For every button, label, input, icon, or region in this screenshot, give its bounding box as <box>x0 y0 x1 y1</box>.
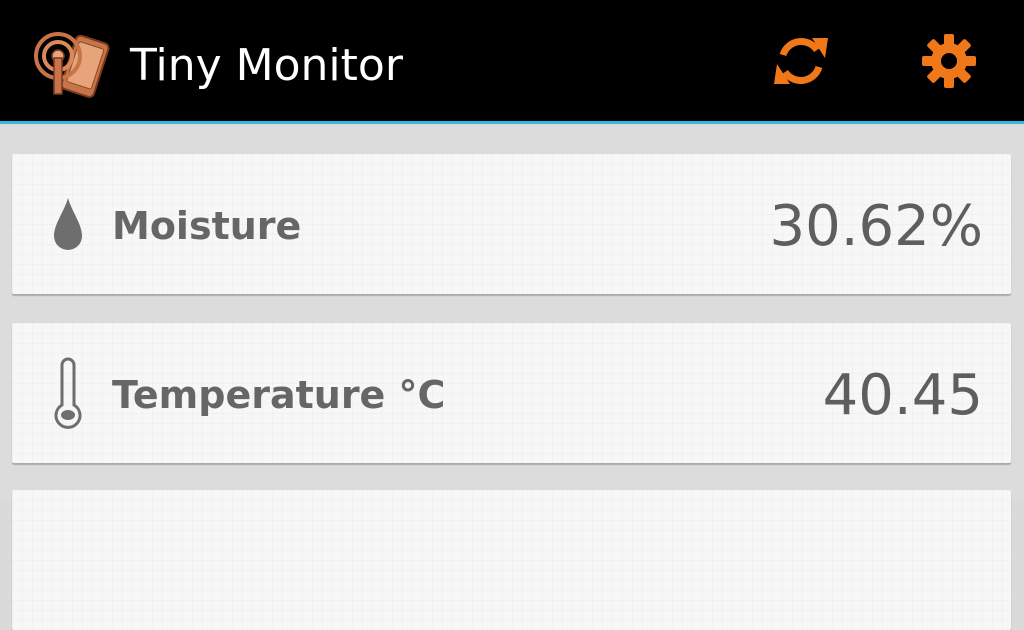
temperature-value: 40.45 <box>822 363 983 428</box>
list-item-moisture[interactable]: Moisture 30.62% <box>12 154 1011 294</box>
moisture-value: 30.62% <box>769 194 983 259</box>
refresh-icon <box>770 30 832 97</box>
app-title: Tiny Monitor <box>130 40 403 91</box>
settings-button[interactable] <box>916 30 982 96</box>
gear-icon <box>919 31 979 96</box>
thermometer-icon <box>48 357 88 429</box>
action-bar: Tiny Monitor <box>0 0 1024 124</box>
moisture-label: Moisture <box>112 204 302 248</box>
list-item-temperature[interactable]: Temperature °C 40.45 <box>12 323 1011 463</box>
readings-list: Moisture 30.62% Temperature °C 40.45 <box>0 127 1024 630</box>
temperature-label: Temperature °C <box>112 373 446 417</box>
list-item[interactable] <box>12 490 1011 630</box>
water-drop-icon <box>48 194 88 258</box>
phone-signal-app-icon[interactable] <box>32 30 112 98</box>
refresh-button[interactable] <box>768 30 834 96</box>
